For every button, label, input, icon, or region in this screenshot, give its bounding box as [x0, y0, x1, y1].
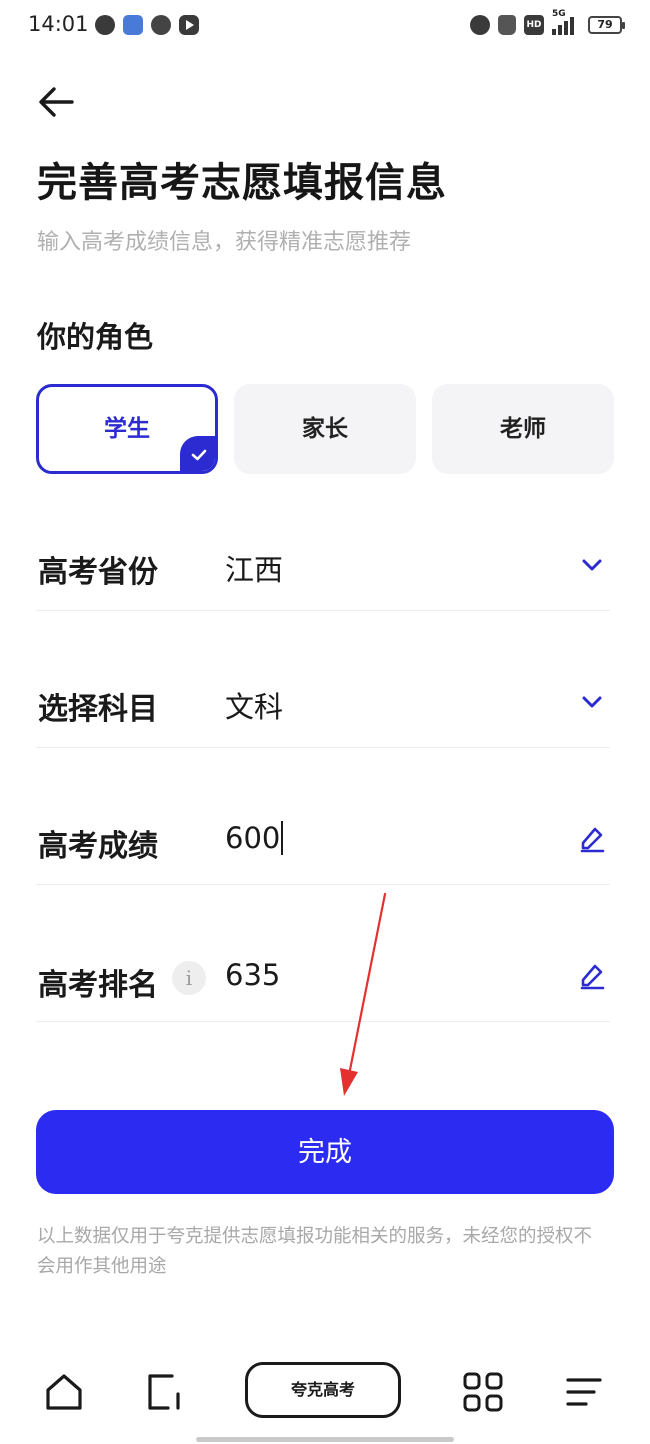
- bottom-nav: 夸克高考: [0, 1360, 650, 1444]
- signal-icon: 5G: [552, 9, 580, 35]
- province-label: 高考省份: [38, 555, 158, 590]
- role-option-label: 学生: [104, 416, 150, 442]
- row-divider: [36, 1021, 610, 1022]
- score-value: 600: [225, 821, 281, 855]
- flower-icon: [151, 15, 171, 35]
- edit-icon[interactable]: [578, 962, 606, 990]
- annotation-arrow: [340, 892, 387, 1096]
- rank-label: 高考排名: [38, 968, 158, 1003]
- score-input[interactable]: 600: [225, 821, 284, 855]
- province-row[interactable]: 高考省份 江西: [36, 474, 614, 611]
- subject-row[interactable]: 选择科目 文科: [36, 611, 614, 748]
- role-option-label: 老师: [500, 416, 546, 442]
- edit-icon[interactable]: [578, 825, 606, 853]
- hd-icon: HD: [524, 15, 544, 35]
- role-selector: 学生 家长 老师: [36, 384, 614, 474]
- text-caret: [281, 821, 284, 855]
- tabs-icon[interactable]: [142, 1370, 186, 1414]
- subject-label: 选择科目: [38, 692, 158, 727]
- rank-value[interactable]: 635: [225, 958, 280, 992]
- subject-value[interactable]: 文科: [225, 684, 283, 726]
- menu-icon[interactable]: [562, 1370, 606, 1414]
- role-option-label: 家长: [302, 416, 348, 442]
- status-notification-icons: [95, 15, 199, 35]
- privacy-disclaimer: 以上数据仅用于夸克提供志愿填报功能相关的服务，未经您的授权不会用作其他用途: [37, 1226, 593, 1277]
- score-row[interactable]: 高考成绩 600: [36, 748, 614, 885]
- page-subtitle: 输入高考成绩信息，获得精准志愿推荐: [37, 230, 412, 255]
- battery-icon: 79: [588, 16, 625, 34]
- status-time: 14:01: [28, 12, 89, 36]
- home-indicator[interactable]: [196, 1437, 454, 1442]
- role-option-parent[interactable]: 家长: [234, 384, 416, 474]
- info-icon[interactable]: i: [172, 961, 206, 995]
- province-value[interactable]: 江西: [225, 547, 283, 589]
- role-option-teacher[interactable]: 老师: [432, 384, 614, 474]
- role-section-label: 你的角色: [37, 320, 154, 354]
- arrow-left-icon: [39, 87, 74, 117]
- page-title: 完善高考志愿填报信息: [37, 160, 447, 206]
- rank-row[interactable]: 高考排名 i 635: [36, 885, 614, 1022]
- role-option-student[interactable]: 学生: [36, 384, 218, 474]
- alarm-icon: [470, 15, 490, 35]
- score-label: 高考成绩: [38, 829, 158, 864]
- status-bar: 14:01 HD 5G 79: [0, 0, 650, 56]
- network-type: 5G: [552, 9, 566, 19]
- back-button[interactable]: [36, 82, 76, 122]
- chat-icon: [95, 15, 115, 35]
- play-icon: [179, 15, 199, 35]
- submit-button[interactable]: 完成: [36, 1110, 614, 1194]
- selected-check-icon: [180, 436, 215, 471]
- status-system-icons: HD 5G 79: [470, 9, 625, 35]
- app-icon: [123, 15, 143, 35]
- chevron-down-icon[interactable]: [578, 551, 606, 579]
- chevron-down-icon[interactable]: [578, 688, 606, 716]
- nav-center-button[interactable]: 夸克高考: [245, 1362, 401, 1418]
- grid-icon[interactable]: [461, 1370, 505, 1414]
- home-icon[interactable]: [42, 1370, 86, 1414]
- mute-bell-icon: [498, 15, 516, 35]
